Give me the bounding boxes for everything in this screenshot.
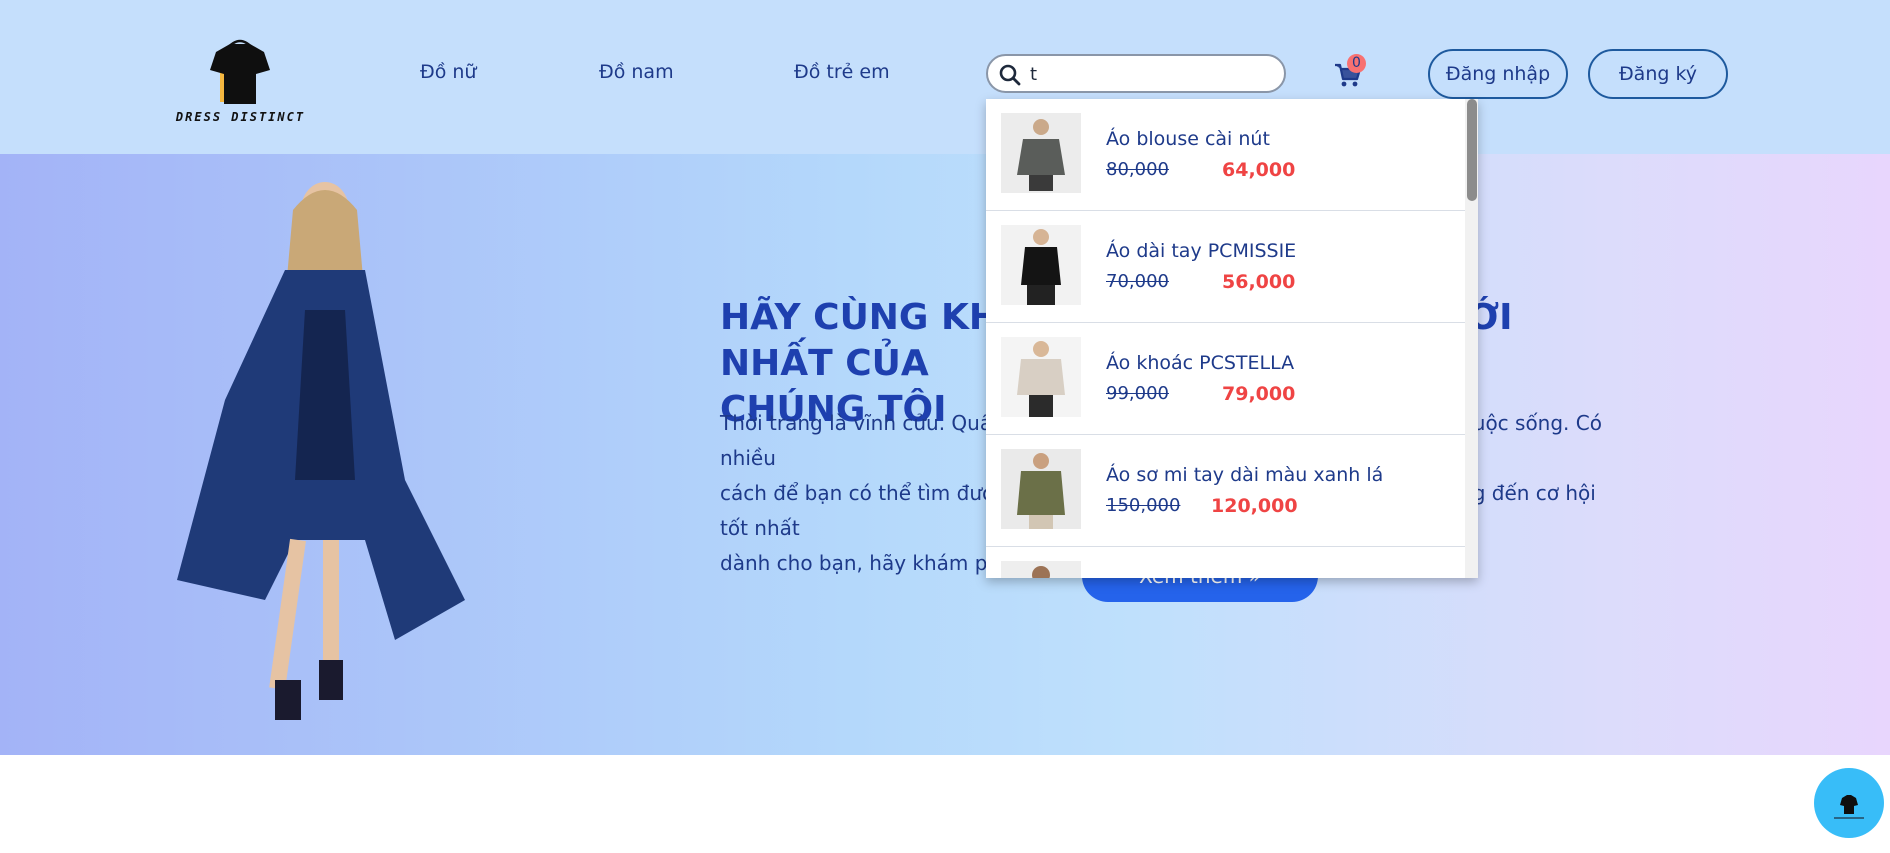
product-old-price: 80,000: [1106, 159, 1169, 180]
site-header: DRESS DISTINCT Đồ nữ Đồ nam Đồ trẻ em 0 …: [0, 0, 1890, 154]
product-sale-price: 120,000: [1211, 495, 1298, 517]
search-box[interactable]: [986, 54, 1286, 93]
shirt-bag-logo-icon: [210, 39, 270, 104]
product-name: Áo sơ mi tay dài màu xanh lá: [1106, 464, 1384, 486]
cart-count-badge: 0: [1347, 54, 1366, 73]
product-thumbnail: [1001, 337, 1081, 417]
product-name: Áo blouse cài nút: [1106, 128, 1270, 150]
product-sale-price: 79,000: [1222, 383, 1296, 405]
search-result-item[interactable]: [986, 547, 1466, 578]
nav-women[interactable]: Đồ nữ: [420, 61, 476, 83]
chat-button[interactable]: [1814, 768, 1884, 838]
search-input[interactable]: [1030, 62, 1270, 86]
product-thumbnail: [1001, 113, 1081, 193]
product-thumbnail: [1001, 561, 1081, 578]
search-result-item[interactable]: Áo dài tay PCMISSIE 70,000 56,000: [986, 211, 1466, 323]
product-thumbnail: [1001, 225, 1081, 305]
search-result-item[interactable]: Áo blouse cài nút 80,000 64,000: [986, 99, 1466, 211]
login-button[interactable]: Đăng nhập: [1428, 49, 1568, 99]
search-results-dropdown: Áo blouse cài nút 80,000 64,000 Áo dài t…: [986, 99, 1478, 578]
product-sale-price: 56,000: [1222, 271, 1296, 293]
product-name: Áo dài tay PCMISSIE: [1106, 240, 1297, 262]
product-old-price: 99,000: [1106, 383, 1169, 404]
product-name: Áo khoác PCSTELLA: [1106, 352, 1295, 374]
model-photo: [177, 182, 465, 720]
site-logo[interactable]: DRESS DISTINCT: [168, 30, 313, 134]
register-button[interactable]: Đăng ký: [1588, 49, 1728, 99]
product-sale-price: 64,000: [1222, 159, 1296, 181]
product-thumbnail: [1001, 449, 1081, 529]
chat-bubble-icon: [1834, 795, 1864, 819]
product-old-price: 150,000: [1106, 495, 1181, 516]
search-result-item[interactable]: Áo khoác PCSTELLA 99,000 79,000: [986, 323, 1466, 435]
search-result-item[interactable]: Áo sơ mi tay dài màu xanh lá 150,000 120…: [986, 435, 1466, 547]
nav-kids[interactable]: Đồ trẻ em: [794, 61, 890, 83]
logo-text: DRESS DISTINCT: [175, 110, 306, 124]
search-icon[interactable]: [998, 63, 1022, 87]
product-old-price: 70,000: [1106, 271, 1169, 292]
dropdown-scrollbar-thumb[interactable]: [1467, 99, 1477, 201]
nav-men[interactable]: Đồ nam: [599, 61, 674, 83]
